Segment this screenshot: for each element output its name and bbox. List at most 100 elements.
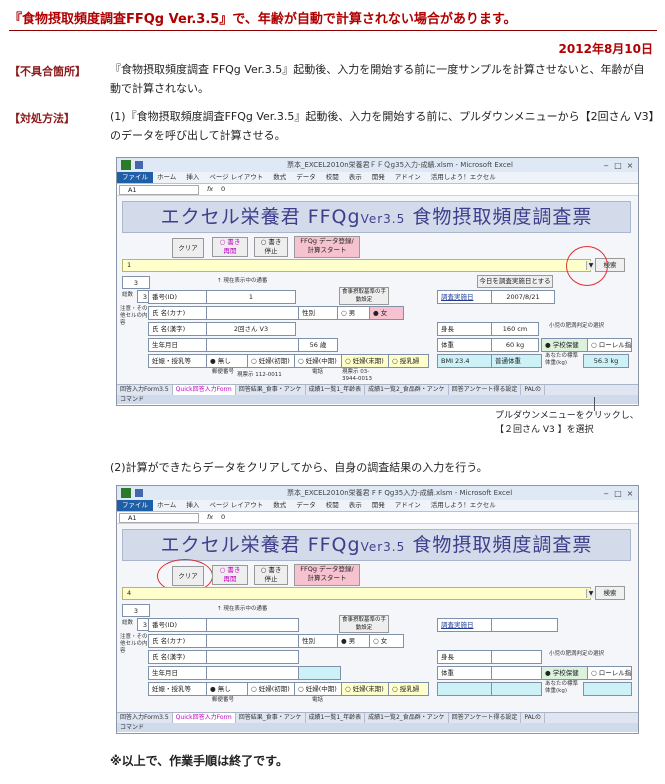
ribbon-tab-home[interactable]: ホーム: [157, 172, 176, 183]
maximize-icon[interactable]: □: [612, 159, 624, 173]
preg-early-radio[interactable]: ○ 妊婦(初期): [247, 354, 296, 368]
preg-none-radio[interactable]: ● 無し: [206, 682, 249, 696]
rohrer-radio[interactable]: ○ ローレル指数: [587, 666, 632, 680]
ribbon-tab-data[interactable]: データ: [296, 500, 316, 511]
height-value[interactable]: 160 cm: [491, 322, 539, 336]
lactating-radio[interactable]: ○ 授乳婦: [388, 354, 429, 368]
weight-value[interactable]: [491, 666, 542, 680]
height-value[interactable]: [491, 650, 542, 664]
today-button[interactable]: 今日を調査実施日とする: [477, 275, 553, 288]
preg-mid-radio[interactable]: ○ 妊婦(中期): [294, 354, 343, 368]
name-box[interactable]: A1: [119, 185, 199, 195]
ribbon-tab-review[interactable]: 校閲: [326, 172, 339, 183]
maximize-icon[interactable]: □: [612, 487, 624, 501]
sheet-tab[interactable]: 回答結果_食事・アンケ: [236, 385, 306, 395]
record-dropdown[interactable]: 1 ▼: [122, 259, 595, 272]
lactating-radio[interactable]: ○ 授乳婦: [388, 682, 429, 696]
close-icon[interactable]: ×: [624, 487, 636, 501]
weight-value[interactable]: 60 kg: [491, 338, 539, 352]
ribbon-tab-addins[interactable]: アドイン: [395, 500, 421, 511]
ribbon-tab-layout[interactable]: ページ レイアウト: [209, 500, 263, 511]
ribbon-tab-view[interactable]: 表示: [349, 172, 362, 183]
ribbon-tab-formulas[interactable]: 数式: [273, 500, 286, 511]
rohrer-radio[interactable]: ○ ローレル指数: [587, 338, 632, 352]
excel-app-icon[interactable]: [121, 160, 131, 170]
ribbon-tab-insert[interactable]: 挿入: [186, 172, 199, 183]
ribbon-tab-developer[interactable]: 開発: [372, 500, 385, 511]
female-radio[interactable]: ● 女: [369, 306, 404, 320]
survey-date-value[interactable]: [491, 618, 558, 632]
write-resume-button[interactable]: ○ 書き 再開: [212, 237, 248, 257]
ribbon-tab-home[interactable]: ホーム: [157, 500, 176, 511]
ribbon-tab-layout[interactable]: ページ レイアウト: [209, 172, 263, 183]
write-stop-line-2: 停止: [264, 247, 278, 255]
preg-late-radio[interactable]: ○ 妊婦(末期): [341, 682, 390, 696]
minimize-icon[interactable]: ‒: [600, 487, 612, 501]
clear-button[interactable]: クリア: [172, 238, 204, 258]
sheet-tab[interactable]: 回答入力Form3.5: [117, 385, 173, 395]
sheet-tab[interactable]: 成績1一覧2_食品群・アンケ: [365, 713, 449, 723]
sheet-tab[interactable]: 回答アンケート得る設定: [449, 713, 522, 723]
write-stop-button[interactable]: ○ 書き 停止: [254, 237, 288, 257]
preg-early-radio[interactable]: ○ 妊婦(初期): [247, 682, 296, 696]
sheet-tab[interactable]: 回答入力Form3.5: [117, 713, 173, 723]
calc-start-line-2: 計算スタート: [307, 246, 347, 254]
sheet-tab-active[interactable]: Quick回答入力Form: [172, 385, 236, 395]
name-box[interactable]: A1: [119, 513, 199, 523]
save-icon[interactable]: [135, 161, 143, 169]
dropdown-arrow-icon[interactable]: ▼: [586, 589, 595, 598]
birthday-value[interactable]: [206, 666, 299, 680]
kanji-value[interactable]: 2回さん V3: [206, 322, 296, 336]
save-icon[interactable]: [135, 489, 143, 497]
ribbon-tab-katsuyou[interactable]: 活用しよう！エクセル: [431, 172, 496, 183]
fx-icon[interactable]: fx: [207, 512, 213, 523]
ribbon-tab-view[interactable]: 表示: [349, 500, 362, 511]
ribbon-file-tab[interactable]: ファイル: [117, 172, 153, 183]
sheet-tab[interactable]: 成績1一覧1_年齢表: [306, 713, 366, 723]
school-health-radio[interactable]: ● 学校保健: [541, 338, 590, 352]
meal-std-button[interactable]: 食事摂取基準の手動設定: [339, 287, 389, 305]
school-health-radio[interactable]: ● 学校保健: [541, 666, 590, 680]
ribbon-tab-formulas[interactable]: 数式: [273, 172, 286, 183]
ribbon-tab-data[interactable]: データ: [296, 172, 316, 183]
ribbon-tab-review[interactable]: 校閲: [326, 500, 339, 511]
sheet-tab[interactable]: PALの: [521, 385, 546, 395]
male-radio[interactable]: ● 男: [337, 634, 372, 648]
sheet-tab[interactable]: 回答結果_食事・アンケ: [236, 713, 306, 723]
female-radio[interactable]: ○ 女: [369, 634, 404, 648]
ribbon-tab-insert[interactable]: 挿入: [186, 500, 199, 511]
birthday-value[interactable]: [206, 338, 299, 352]
write-stop-button[interactable]: ○ 書き 停止: [254, 565, 288, 585]
calc-start-button[interactable]: FFQg データ登録/計算スタート: [294, 236, 360, 258]
fx-icon[interactable]: fx: [207, 184, 213, 195]
kana-value[interactable]: [206, 634, 299, 648]
formula-input[interactable]: 0: [221, 184, 225, 195]
id-value[interactable]: 1: [206, 290, 296, 304]
excel-app-icon[interactable]: [121, 488, 131, 498]
minimize-icon[interactable]: ‒: [600, 159, 612, 173]
id-value[interactable]: [206, 618, 299, 632]
kanji-value[interactable]: [206, 650, 299, 664]
ribbon-file-tab[interactable]: ファイル: [117, 500, 153, 511]
survey-date-value[interactable]: 2007/8/21: [491, 290, 555, 304]
sheet-tab[interactable]: 成績1一覧2_食品群・アンケ: [365, 385, 449, 395]
ribbon-tab-addins[interactable]: アドイン: [395, 172, 421, 183]
search-button[interactable]: 検索: [595, 586, 625, 600]
preg-late-radio[interactable]: ○ 妊婦(末期): [341, 354, 390, 368]
record-dropdown[interactable]: 4 ▼: [122, 587, 595, 600]
ribbon-tab-katsuyou[interactable]: 活用しよう！エクセル: [431, 500, 496, 511]
ribbon-tab-developer[interactable]: 開発: [372, 172, 385, 183]
sheet-tab[interactable]: 回答アンケート得る設定: [449, 385, 522, 395]
sheet-tab[interactable]: PALの: [521, 713, 546, 723]
male-radio[interactable]: ○ 男: [337, 306, 372, 320]
kana-value[interactable]: [206, 306, 299, 320]
preg-mid-radio[interactable]: ○ 妊婦(中期): [294, 682, 343, 696]
preg-none-radio[interactable]: ● 無し: [206, 354, 249, 368]
sheet-tab-active[interactable]: Quick回答入力Form: [172, 713, 236, 723]
sheet-tab[interactable]: 成績1一覧1_年齢表: [306, 385, 366, 395]
close-icon[interactable]: ×: [624, 159, 636, 173]
write-resume-button[interactable]: ○ 書き 再開: [212, 565, 248, 585]
formula-input[interactable]: 0: [221, 512, 225, 523]
calc-start-button[interactable]: FFQg データ登録/計算スタート: [294, 564, 360, 586]
meal-std-button[interactable]: 食事摂取基準の手動設定: [339, 615, 389, 633]
